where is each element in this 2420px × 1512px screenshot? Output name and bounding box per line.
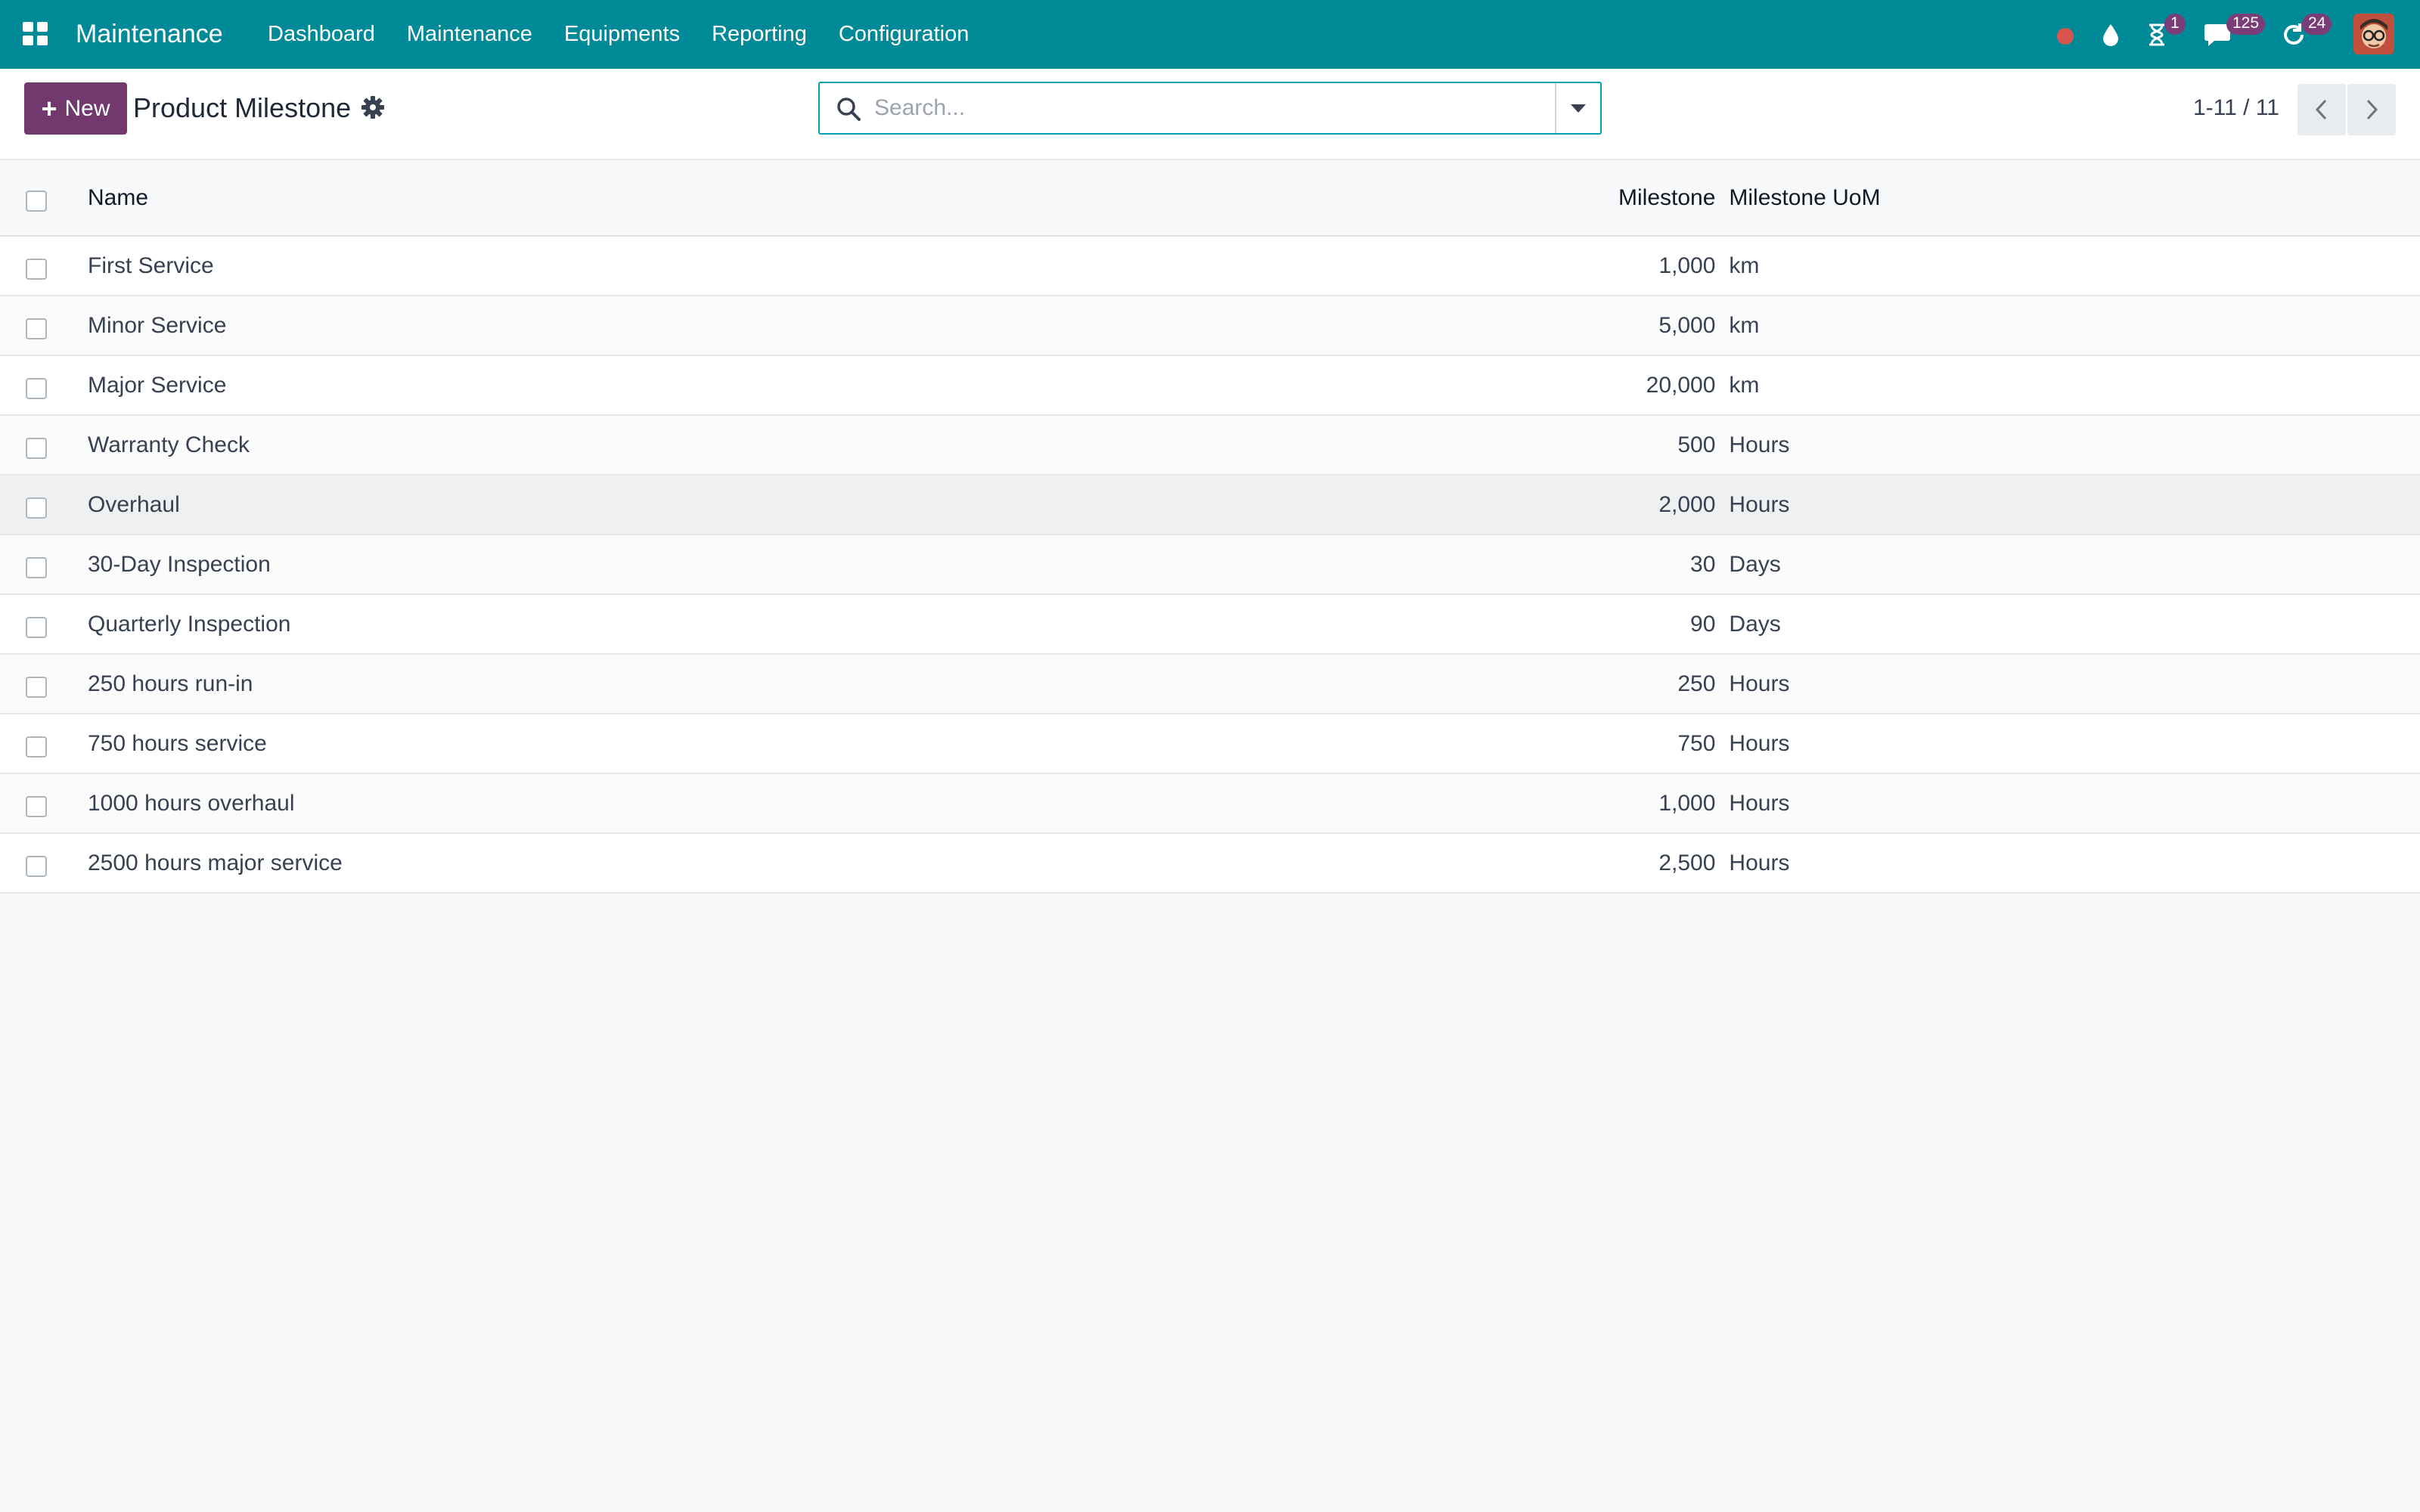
table-row[interactable]: 30-Day Inspection 30 Days [0, 534, 2420, 594]
row-checkbox[interactable] [26, 736, 47, 758]
table-row[interactable]: 1000 hours overhaul 1,000 Hours [0, 773, 2420, 833]
pager-value[interactable]: 1-11 / 11 [2193, 91, 2279, 125]
app-brand[interactable]: Maintenance [76, 17, 223, 51]
row-milestone: 20,000 [1646, 372, 1716, 398]
table-row[interactable]: Quarterly Inspection 90 Days [0, 594, 2420, 654]
list-view: Name Milestone Milestone UoM First Servi… [0, 160, 2420, 894]
row-uom: Hours [1729, 491, 1790, 517]
plus-icon: + [41, 92, 57, 124]
row-uom: Hours [1729, 671, 1790, 696]
control-panel: + New Product Milestone 1-11 / 11 [0, 69, 2420, 160]
table-row[interactable]: Overhaul 2,000 Hours [0, 475, 2420, 534]
row-uom: Hours [1729, 730, 1790, 756]
header-select-cell [0, 160, 73, 237]
row-name: Warranty Check [88, 432, 250, 457]
row-milestone: 5,000 [1658, 312, 1716, 338]
row-name: 750 hours service [88, 730, 267, 756]
activities-menu[interactable]: 1 [2146, 14, 2192, 51]
pager-previous-button[interactable] [2297, 84, 2346, 135]
search-bar [818, 82, 1602, 135]
row-name: 2500 hours major service [88, 850, 343, 875]
new-button-label: New [64, 95, 110, 121]
row-checkbox[interactable] [26, 676, 47, 698]
row-checkbox[interactable] [26, 377, 47, 399]
row-checkbox[interactable] [26, 795, 47, 817]
systray: 1 125 24 [2057, 0, 2420, 69]
record-dot-icon [2057, 27, 2074, 45]
table-row[interactable]: First Service 1,000 km [0, 236, 2420, 296]
table-row[interactable]: Minor Service 5,000 km [0, 296, 2420, 355]
gear-icon[interactable] [360, 94, 386, 120]
row-checkbox[interactable] [26, 437, 47, 459]
drop-icon[interactable] [2101, 18, 2121, 51]
table-row[interactable]: 2500 hours major service 2,500 Hours [0, 833, 2420, 893]
table-row[interactable]: 750 hours service 750 Hours [0, 714, 2420, 773]
row-milestone: 1,000 [1658, 253, 1716, 278]
search-options-toggle[interactable] [1555, 83, 1600, 133]
row-uom: km [1729, 312, 1760, 338]
row-uom: Days [1729, 611, 1781, 637]
row-checkbox[interactable] [26, 556, 47, 578]
column-uom-header[interactable]: Milestone UoM [1729, 160, 2420, 237]
row-milestone: 1,000 [1658, 790, 1716, 816]
new-button[interactable]: + New [24, 82, 127, 135]
row-name: Minor Service [88, 312, 227, 338]
chevron-left-icon [2315, 99, 2327, 120]
top-navbar: Maintenance Dashboard Maintenance Equipm… [0, 0, 2420, 69]
user-avatar[interactable] [2353, 14, 2394, 54]
pager-next-button[interactable] [2347, 84, 2396, 135]
caret-down-icon [1571, 104, 1586, 113]
page-title: Product Milestone [133, 92, 352, 123]
milestone-table: Name Milestone Milestone UoM First Servi… [0, 160, 2420, 894]
row-name: 250 hours run-in [88, 671, 253, 696]
row-milestone: 90 [1690, 611, 1716, 637]
row-milestone: 2,000 [1658, 491, 1716, 517]
table-header: Name Milestone Milestone UoM [0, 160, 2420, 237]
menu-dashboard[interactable]: Dashboard [268, 17, 375, 51]
table-row[interactable]: Warranty Check 500 Hours [0, 415, 2420, 475]
row-name: First Service [88, 253, 214, 278]
row-milestone: 2,500 [1658, 850, 1716, 875]
table-row[interactable]: Major Service 20,000 km [0, 355, 2420, 415]
row-uom: Hours [1729, 790, 1790, 816]
row-name: Overhaul [88, 491, 180, 517]
row-name: 30-Day Inspection [88, 551, 271, 577]
messages-badge: 125 [2226, 14, 2266, 35]
row-checkbox[interactable] [26, 616, 47, 638]
menu-maintenance[interactable]: Maintenance [407, 17, 532, 51]
recording-indicator[interactable] [2057, 18, 2074, 51]
row-uom: Hours [1729, 432, 1790, 457]
menu-equipments[interactable]: Equipments [564, 17, 680, 51]
messaging-menu[interactable]: 125 [2202, 14, 2266, 51]
activities-badge: 1 [2164, 14, 2186, 35]
row-milestone: 250 [1677, 671, 1716, 696]
row-name: Major Service [88, 372, 227, 398]
select-all-checkbox[interactable] [26, 190, 47, 212]
chevron-right-icon [2366, 99, 2378, 120]
main-menu: Dashboard Maintenance Equipments Reporti… [268, 17, 1001, 51]
apps-menu-icon[interactable] [23, 22, 48, 46]
row-checkbox[interactable] [26, 318, 47, 339]
row-name: 1000 hours overhaul [88, 790, 295, 816]
menu-configuration[interactable]: Configuration [839, 17, 970, 51]
row-checkbox[interactable] [26, 258, 47, 280]
row-milestone: 750 [1677, 730, 1716, 756]
row-milestone: 30 [1690, 551, 1716, 577]
row-uom: km [1729, 372, 1760, 398]
column-name-header[interactable]: Name [73, 160, 1618, 237]
row-uom: km [1729, 253, 1760, 278]
row-checkbox[interactable] [26, 497, 47, 519]
row-uom: Days [1729, 551, 1781, 577]
updates-menu[interactable]: 24 [2281, 14, 2334, 51]
updates-badge: 24 [2302, 14, 2332, 35]
search-icon [837, 98, 861, 121]
menu-reporting[interactable]: Reporting [712, 17, 807, 51]
search-input[interactable] [874, 89, 1525, 127]
row-milestone: 500 [1677, 432, 1716, 457]
table-row[interactable]: 250 hours run-in 250 Hours [0, 654, 2420, 714]
row-checkbox[interactable] [26, 855, 47, 877]
row-name: Quarterly Inspection [88, 611, 291, 637]
row-uom: Hours [1729, 850, 1790, 875]
column-milestone-header[interactable]: Milestone [1618, 160, 1730, 237]
